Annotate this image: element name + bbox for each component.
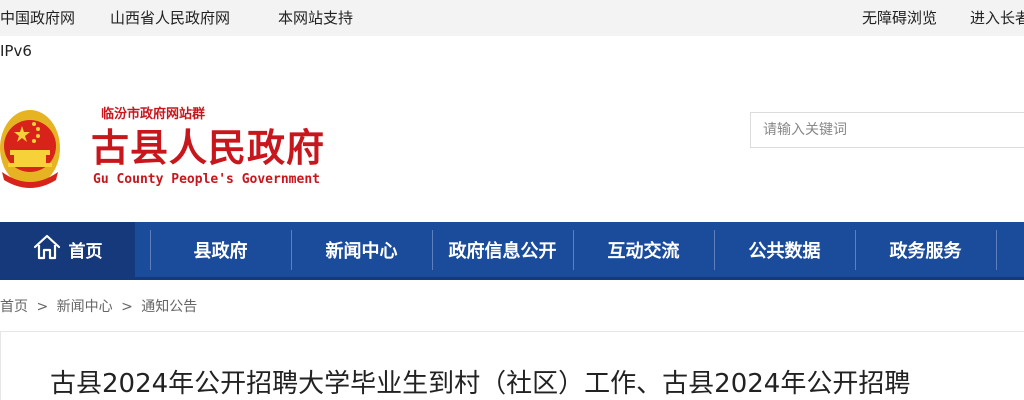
main-nav: 首页 县政府 新闻中心 政府信息公开 互动交流 公共数据 政务服务 (0, 222, 1024, 280)
nav-item-public-data[interactable]: 公共数据 (714, 222, 855, 277)
breadcrumb: 首页 > 新闻中心 > 通知公告 (0, 296, 197, 316)
breadcrumb-separator: > (36, 299, 49, 315)
nav-item-home[interactable]: 首页 (0, 222, 135, 277)
nav-divider (996, 230, 997, 270)
nav-item-gov-info[interactable]: 政府信息公开 (432, 222, 573, 277)
search-box (750, 112, 1024, 148)
nav-item-county-gov[interactable]: 县政府 (150, 222, 291, 277)
link-china-gov[interactable]: 中国政府网 (0, 7, 75, 28)
top-utility-bar: 中国政府网 山西省人民政府网 本网站支持 无障碍浏览 进入长者 (0, 0, 1024, 36)
nav-item-news-center[interactable]: 新闻中心 (291, 222, 432, 277)
home-icon (33, 234, 61, 265)
nav-item-gov-services[interactable]: 政务服务 (855, 222, 996, 277)
link-accessibility[interactable]: 无障碍浏览 (862, 7, 937, 28)
site-title[interactable]: 古县人民政府 (91, 124, 325, 172)
national-emblem-icon (0, 106, 72, 192)
site-english-title: Gu County People's Government (93, 172, 320, 187)
link-shanxi-gov[interactable]: 山西省人民政府网 (110, 7, 230, 28)
link-site-support[interactable]: 本网站支持 (278, 7, 353, 28)
nav-item-interaction[interactable]: 互动交流 (573, 222, 714, 277)
nav-home-label: 首页 (68, 242, 103, 262)
search-input[interactable] (751, 113, 1024, 147)
link-elder-mode[interactable]: 进入长者 (970, 7, 1024, 28)
site-group-label: 临汾市政府网站群 (101, 107, 206, 122)
breadcrumb-home[interactable]: 首页 (0, 299, 28, 315)
article-title: 古县2024年公开招聘大学毕业生到村（社区）工作、古县2024年公开招聘 (50, 369, 911, 399)
breadcrumb-notices[interactable]: 通知公告 (141, 299, 197, 315)
ipv6-label: IPv6 (0, 42, 32, 60)
breadcrumb-separator: > (121, 299, 133, 315)
breadcrumb-news-center[interactable]: 新闻中心 (57, 299, 113, 315)
